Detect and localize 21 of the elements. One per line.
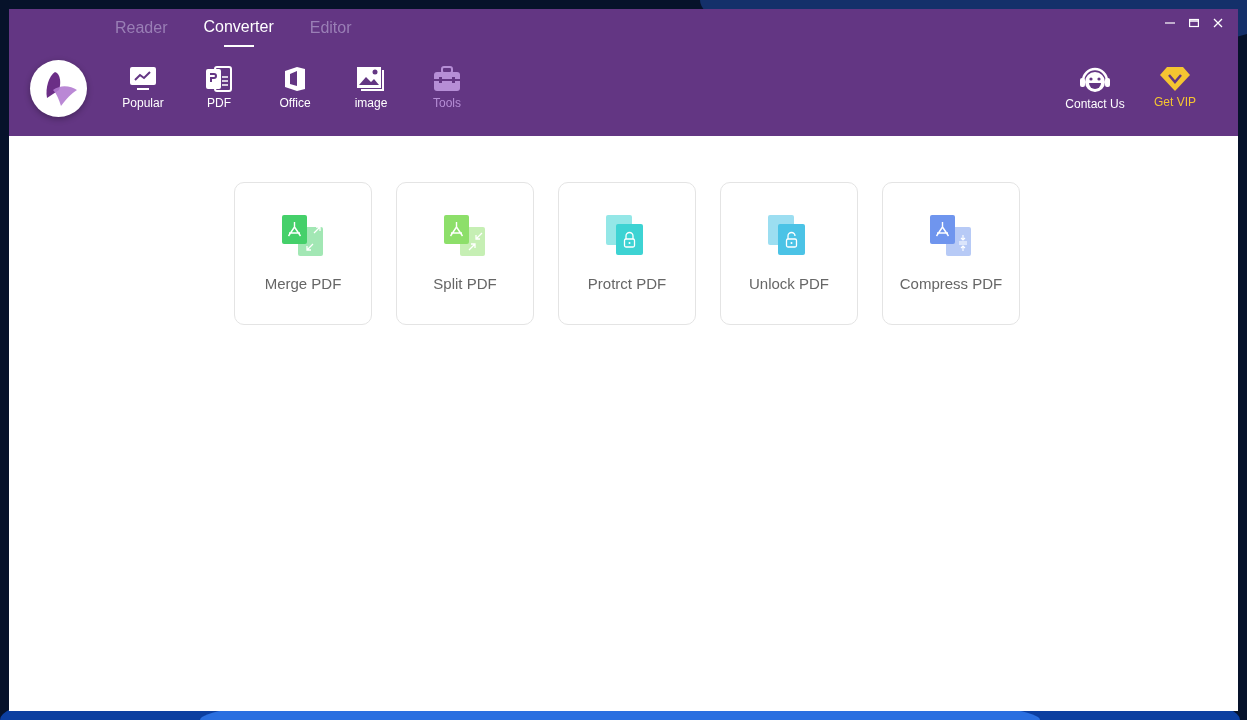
maximize-icon (1189, 18, 1199, 28)
tool-card[interactable]: Merge PDF (234, 182, 372, 325)
toolbox-icon (433, 66, 461, 92)
category-button[interactable]: Popular (105, 66, 181, 110)
contact-button[interactable]: Contact Us (1062, 65, 1128, 111)
category-button[interactable]: Tools (409, 66, 485, 110)
vip-button[interactable]: Get VIP (1142, 65, 1208, 111)
category-button[interactable]: Office (257, 66, 333, 110)
tool-card[interactable]: Split PDF (396, 182, 534, 325)
headset-icon (1077, 65, 1113, 95)
tool-card[interactable]: Unlock PDF (720, 182, 858, 325)
diamond-icon (1159, 65, 1191, 93)
close-icon (1213, 18, 1223, 28)
category-button[interactable]: PDF (181, 66, 257, 110)
tool-card[interactable]: Protrct PDF (558, 182, 696, 325)
chart-icon (129, 66, 157, 92)
image-icon (356, 66, 386, 92)
app-logo (30, 59, 87, 117)
tool-card[interactable]: Compress PDF (882, 182, 1020, 325)
category-button[interactable]: image (333, 66, 409, 110)
document-icon (205, 66, 233, 92)
